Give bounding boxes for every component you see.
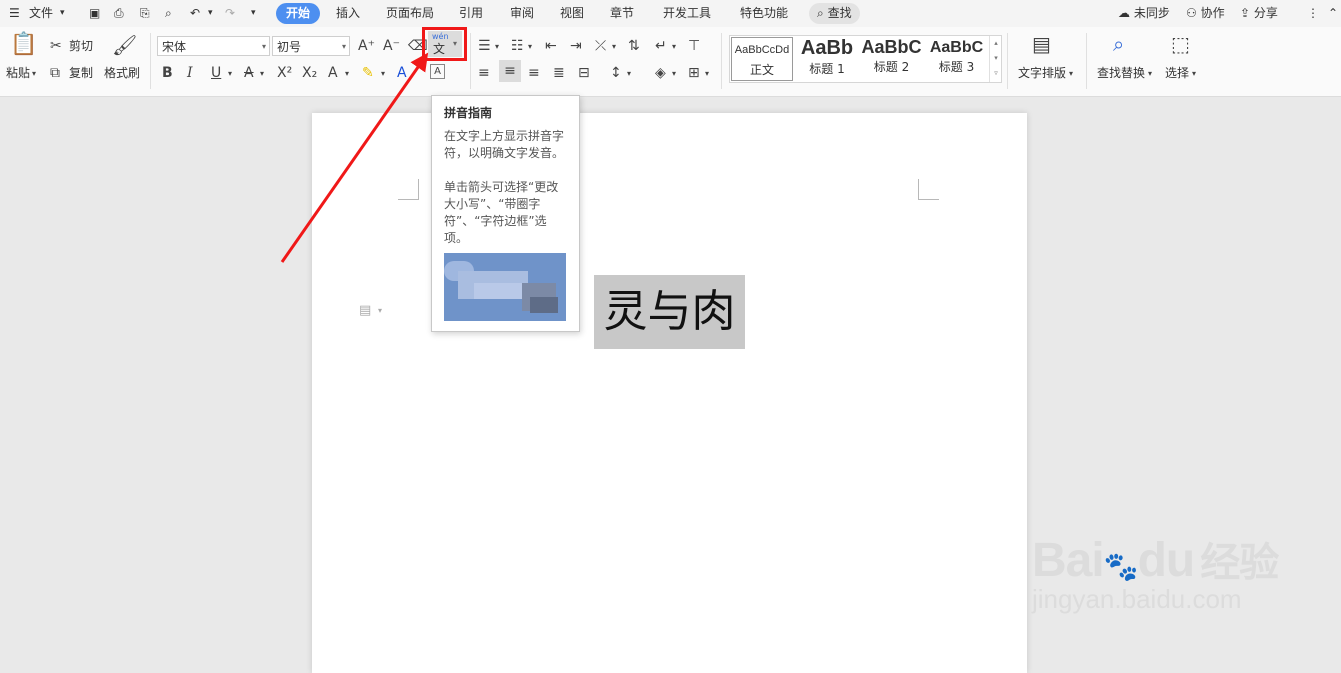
watermark-brand: Bai xyxy=(1032,534,1105,587)
watermark-url: jingyan.baidu.com xyxy=(1032,584,1242,614)
watermark-brand-cn: 经验 xyxy=(1200,541,1279,585)
baidu-watermark: Bai🐾du 经验 jingyan.baidu.com xyxy=(1032,530,1279,615)
watermark-brand-du: du xyxy=(1137,534,1196,587)
paw-icon: 🐾 xyxy=(1103,551,1139,582)
